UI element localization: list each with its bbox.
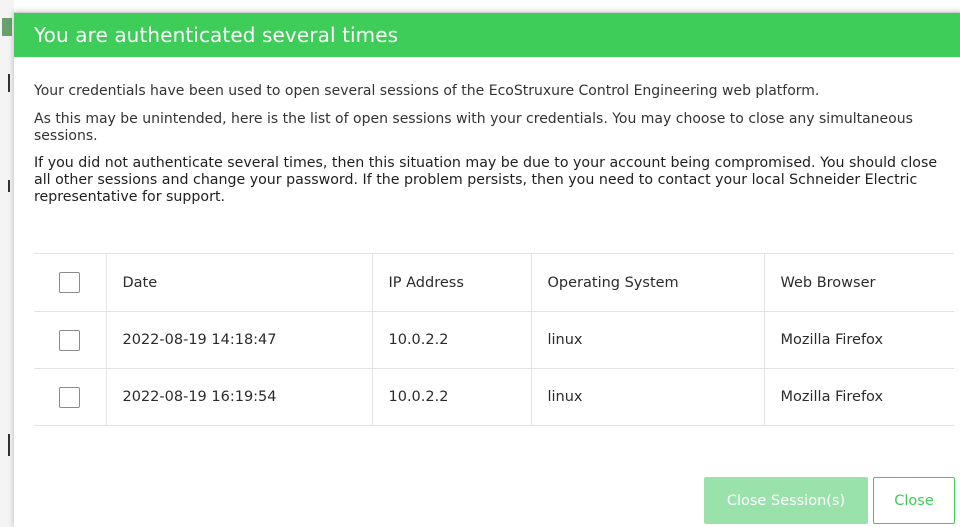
cell-ip: 10.0.2.2: [372, 368, 532, 426]
cell-ip: 10.0.2.2: [372, 311, 532, 369]
background-app-edge: [0, 0, 14, 527]
cell-browser: Mozilla Firefox: [764, 311, 954, 369]
background-fragment: [8, 74, 10, 92]
column-header-date[interactable]: Date: [106, 253, 373, 312]
background-fragment: [8, 434, 10, 456]
dialog-title: You are authenticated several times: [34, 23, 399, 47]
cell-os: linux: [531, 368, 765, 426]
cell-date: 2022-08-19 16:19:54: [106, 368, 373, 426]
info-paragraph: Your credentials have been used to open …: [34, 83, 820, 99]
cell-date: 2022-08-19 14:18:47: [106, 311, 373, 369]
dialog-body: Your credentials have been used to open …: [14, 83, 960, 206]
row-checkbox[interactable]: [59, 386, 80, 408]
dialog-header: You are authenticated several times: [14, 13, 960, 57]
cell-browser: Mozilla Firefox: [764, 368, 954, 426]
header-select-cell: [34, 253, 107, 312]
row-checkbox[interactable]: [59, 329, 80, 351]
close-sessions-button[interactable]: Close Session(s): [704, 477, 868, 524]
column-header-os[interactable]: Operating System: [531, 253, 765, 312]
row-select-cell: [34, 368, 107, 426]
info-paragraph: As this may be unintended, here is the l…: [34, 111, 913, 144]
background-fragment: [2, 18, 12, 36]
table-header-row: Date IP Address Operating System Web Bro…: [34, 253, 954, 312]
cell-os: linux: [531, 311, 765, 369]
table-row: 2022-08-19 16:19:54 10.0.2.2 linux Mozil…: [34, 368, 954, 426]
column-header-ip[interactable]: IP Address: [372, 253, 532, 312]
column-header-browser[interactable]: Web Browser: [764, 253, 954, 312]
sessions-table: Date IP Address Operating System Web Bro…: [34, 253, 954, 426]
sessions-dialog: You are authenticated several times Your…: [14, 12, 960, 527]
select-all-checkbox[interactable]: [59, 272, 80, 293]
row-select-cell: [34, 311, 107, 369]
close-button[interactable]: Close: [873, 477, 955, 524]
warning-paragraph: If you did not authenticate several time…: [34, 155, 938, 205]
table-row: 2022-08-19 14:18:47 10.0.2.2 linux Mozil…: [34, 311, 954, 369]
background-fragment: [8, 180, 10, 192]
